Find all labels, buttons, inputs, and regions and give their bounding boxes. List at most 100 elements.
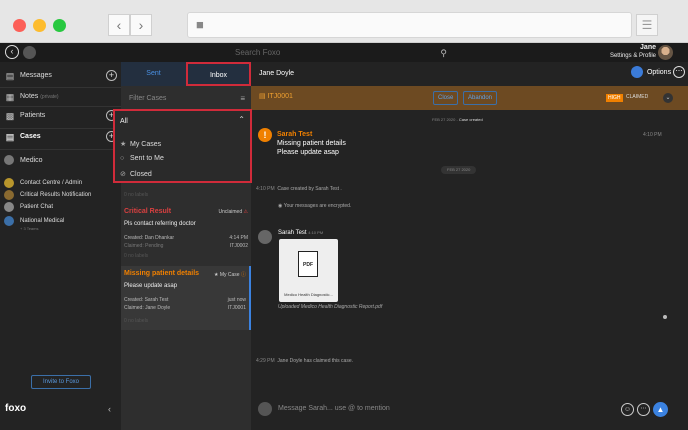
chevron-up-icon[interactable]: ⌃ — [238, 115, 245, 124]
sidebar-item-cases[interactable]: ▤ Cases + — [0, 128, 121, 146]
message-time: 4:10 PM — [643, 132, 662, 138]
case-header: ▤ ITJ0001 Close Abandon HIGH CLAIMED ⌄ — [251, 86, 688, 110]
case-status: ★ My Case ⓘ — [214, 271, 246, 278]
case-created-pill: FEB 27 2020 - Case created — [432, 117, 483, 122]
filter-option-closed[interactable]: ⊘ Closed — [120, 170, 152, 178]
search-input[interactable]: Search Foxo ⚲ — [235, 46, 457, 60]
sidebar-item-label: Messages — [20, 72, 52, 79]
divider — [0, 149, 121, 150]
encryption-notice: ◉ Your messages are encrypted. — [278, 203, 351, 209]
pill-text: Case created — [458, 117, 483, 122]
filter-placeholder: Filter Cases — [129, 95, 167, 102]
options-button[interactable]: Options ⋯ — [631, 66, 686, 80]
user-menu[interactable]: Jane Settings & Profile — [608, 44, 656, 60]
case-title: Critical Result — [124, 208, 172, 215]
close-case-button[interactable]: Close — [433, 91, 459, 105]
browser-menu-icon[interactable]: ☰ — [636, 14, 658, 36]
pdf-attachment[interactable]: PDF Medico Health Diagnostic... — [279, 239, 338, 302]
upload-caption: Uploaded Medico Health Diagnostic Report… — [278, 304, 383, 310]
case-status: Unclaimed ⚠ — [219, 209, 249, 215]
filter-option-label: My Cases — [130, 141, 162, 148]
lock-icon: ◉ — [278, 203, 283, 209]
app-topbar: ‹ Search Foxo ⚲ Jane Settings & Profile — [0, 43, 688, 62]
sidebar-item-label: Notes — [20, 93, 39, 100]
sidebar-item-label: Patient Chat — [20, 204, 54, 210]
sidebar-item-label: Cases — [20, 133, 41, 140]
filter-cases-input[interactable]: Filter Cases ≡ — [121, 92, 251, 106]
filter-option-sent-to-me[interactable]: ○ Sent to Me — [120, 155, 164, 162]
star-icon: ★ — [120, 141, 127, 148]
case-id-text: ITJ0001 — [267, 93, 293, 100]
user-settings-link[interactable]: Settings & Profile — [610, 53, 656, 59]
case-card-selected[interactable]: Missing patient details ★ My Case ⓘ Plea… — [121, 266, 251, 330]
case-created-by: Created: Sarah Test — [124, 297, 169, 303]
address-bar[interactable]: ■ — [187, 12, 632, 38]
clipboard-icon: ▤ — [5, 132, 15, 142]
case-description: Pls contact referring doctor — [124, 221, 196, 227]
alert-message-line: Missing patient details — [277, 140, 346, 147]
case-id: ITJ0001 — [227, 305, 246, 311]
avatar[interactable] — [23, 46, 36, 59]
case-claimed-by: Claimed: Pending — [124, 243, 164, 249]
more-icon[interactable]: ⋯ — [673, 66, 686, 79]
filter-selected-all[interactable]: All — [120, 118, 128, 125]
browser-back-button[interactable]: ‹ — [108, 14, 130, 36]
warning-icon: ⚠ — [243, 209, 248, 215]
attachment-name: Medico Health Diagnostic... — [284, 292, 333, 297]
more-icon[interactable]: ⋯ — [637, 403, 650, 416]
abandon-case-button[interactable]: Abandon — [463, 91, 498, 105]
pdf-file-icon: PDF — [298, 251, 318, 277]
case-status-label: My Case — [219, 272, 240, 278]
card-labels: 0 no labels — [124, 318, 149, 324]
note-icon: ▦ — [5, 92, 15, 102]
chevron-down-icon[interactable]: ⌄ — [663, 93, 673, 103]
filter-search-icon[interactable]: ≡ — [240, 92, 245, 106]
filter-option-label: Closed — [130, 171, 152, 178]
thumbs-up-icon[interactable]: ▲ — [653, 402, 668, 417]
patient-card-icon: ▩ — [5, 111, 15, 121]
sidebar-item-patients[interactable]: ▩ Patients + — [0, 107, 121, 125]
sidebar-item-label: Patients — [20, 112, 46, 119]
medico-team-icon — [4, 155, 14, 165]
blocked-icon: ⊘ — [120, 171, 126, 178]
message-time: 4:10 PM — [308, 230, 324, 235]
browser-forward-button[interactable]: › — [130, 14, 152, 36]
chat-title: Jane Doyle — [259, 70, 295, 77]
chat-header: Jane Doyle — [251, 62, 688, 86]
close-window-icon[interactable] — [13, 19, 26, 32]
sidebar-item-sublabel: + 3 Teams — [0, 220, 121, 238]
filter-option-my-cases[interactable]: ★ My Cases — [120, 140, 161, 148]
case-time: just now — [227, 297, 246, 303]
collapse-sidebar-icon[interactable]: ‹ — [108, 404, 111, 414]
search-icon[interactable]: ⚲ — [440, 46, 447, 60]
add-message-icon[interactable]: + — [106, 70, 117, 81]
clipboard-icon: ▤ — [259, 93, 266, 100]
emoji-icon[interactable]: ☺ — [621, 403, 634, 416]
scrollbar-thumb[interactable] — [663, 315, 667, 319]
date-separator: FEB 27 2020 — [441, 166, 477, 174]
message-time: 4:29 PM — [256, 358, 275, 364]
sidebar-item-sublabel: (private) — [40, 94, 59, 100]
sidebar-item-notes[interactable]: ▦ Notes (private) — [0, 88, 121, 106]
alert-icon: ! — [258, 128, 272, 142]
tab-sent[interactable]: Sent — [121, 62, 186, 86]
sidebar-item-messages[interactable]: ▤ Messages + — [0, 67, 121, 85]
check-icon — [631, 66, 643, 79]
sidebar-item-medico[interactable]: Medico — [0, 152, 121, 170]
case-status-label: Unclaimed — [218, 209, 243, 215]
minimize-window-icon[interactable] — [33, 19, 46, 32]
filter-dropdown[interactable]: All ⌃ ★ My Cases ○ Sent to Me ⊘ Closed — [113, 109, 252, 183]
card-labels: 0 no labels — [124, 253, 149, 259]
back-icon[interactable]: ‹ — [5, 45, 19, 59]
invite-button[interactable]: Invite to Foxo — [31, 375, 91, 389]
national-medical-teams: + 3 Teams — [20, 226, 39, 231]
avatar[interactable] — [258, 230, 272, 244]
priority-badge: HIGH — [606, 94, 623, 102]
status-badge: CLAIMED — [626, 94, 649, 100]
case-description: Please update asap — [124, 283, 178, 289]
maximize-window-icon[interactable] — [53, 19, 66, 32]
tab-inbox[interactable]: Inbox — [186, 62, 251, 86]
system-message-text: Jane Doyle has claimed this case. — [277, 358, 353, 364]
case-created-by: Created: Dan Dhankar — [124, 235, 175, 241]
user-avatar[interactable] — [658, 45, 673, 60]
